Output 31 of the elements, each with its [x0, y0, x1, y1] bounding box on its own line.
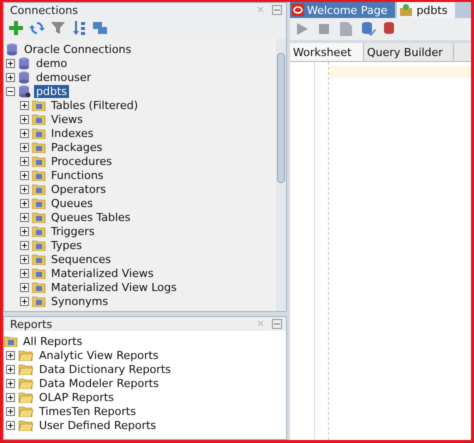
tree-item[interactable]: Functions — [49, 168, 106, 182]
tree-item[interactable]: Queues Tables — [49, 210, 133, 224]
tree-item[interactable]: demouser — [34, 70, 94, 84]
tree-item[interactable]: Triggers — [49, 224, 97, 238]
tree-item[interactable]: Tables (Filtered) — [49, 98, 140, 112]
panel-title: Reports — [10, 318, 52, 330]
tree-item[interactable]: Procedures — [49, 154, 114, 168]
tree-item[interactable]: TimesTen Reports — [37, 404, 138, 418]
tree-item[interactable]: Oracle Connections — [22, 42, 134, 56]
tree-item[interactable]: User Defined Reports — [37, 418, 158, 432]
panel-title: Connections — [10, 4, 78, 16]
tree-item[interactable]: Analytic View Reports — [37, 348, 161, 362]
editor-tab[interactable]: Welcome Page — [290, 2, 396, 18]
tree-item[interactable]: Synonyms — [49, 294, 110, 308]
editor-tab[interactable]: pdbts — [397, 2, 456, 18]
tree-item[interactable]: Sequences — [49, 252, 113, 266]
tree-item[interactable]: Materialized Views — [49, 266, 156, 280]
tree-item[interactable]: Operators — [49, 182, 108, 196]
tree-item[interactable]: demo — [34, 56, 70, 70]
tree-item[interactable]: Data Dictionary Reports — [37, 362, 173, 376]
tree-item[interactable]: All Reports — [21, 334, 84, 348]
tree-item[interactable]: OLAP Reports — [37, 390, 116, 404]
tree-item[interactable]: Data Modeler Reports — [37, 376, 161, 390]
tree-item[interactable]: pdbts — [34, 84, 69, 98]
worksheet-tab[interactable]: Worksheet — [290, 43, 364, 61]
tree-item[interactable]: Queues — [49, 196, 95, 210]
tree-item[interactable]: Views — [49, 112, 85, 126]
tree-item[interactable]: Materialized View Logs — [49, 280, 179, 294]
tree-item[interactable]: Indexes — [49, 126, 96, 140]
tree-item[interactable]: Packages — [49, 140, 104, 154]
tree-item[interactable]: Types — [49, 238, 84, 252]
